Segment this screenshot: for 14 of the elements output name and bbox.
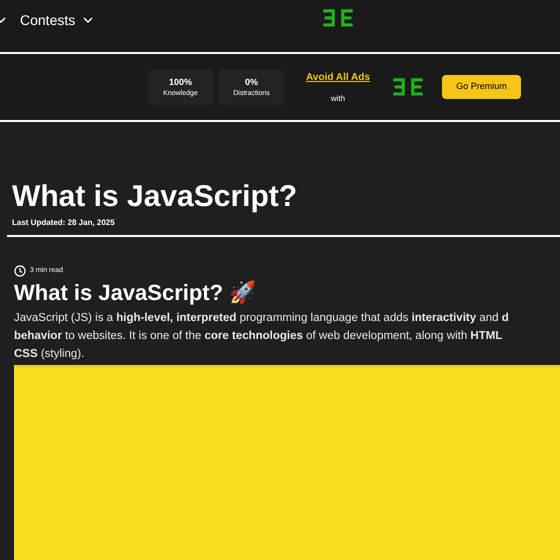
stat-value: 0% — [244, 78, 258, 86]
stat-value: 100% — [168, 78, 192, 86]
intro-paragraph: JavaScript (JS) is a high-level, interpreted programming language that adds interactivity and d behavior to websites. It is one of the core technologies of web development, along with HTML CSS (styling). — [14, 310, 510, 362]
nav-item[interactable]: Contests — [20, 10, 94, 30]
page-title: What is JavaScript? — [12, 182, 298, 212]
with-text: with — [330, 92, 346, 104]
last-updated: Last Updated: 28 Jan, 2025 — [12, 217, 116, 229]
article-heading: What is JavaScript? 🚀 — [14, 279, 258, 306]
avoid-ads-link[interactable]: Avoid All Ads — [306, 70, 370, 84]
logo-icon — [322, 8, 354, 28]
chevron-icon — [83, 16, 94, 24]
logo-icon — [392, 77, 424, 97]
go-premium-button[interactable]: Go Premium — [442, 75, 521, 99]
clock-icon — [14, 265, 26, 277]
